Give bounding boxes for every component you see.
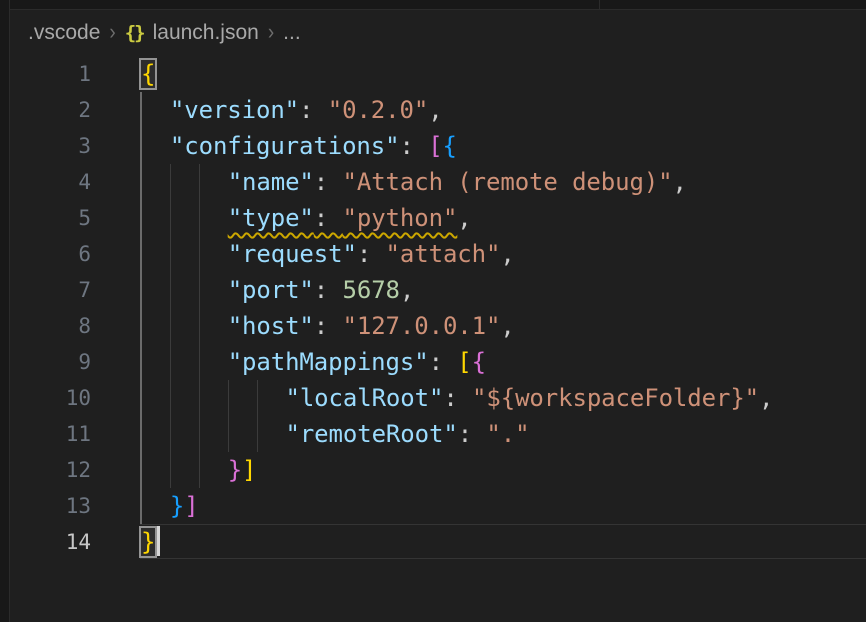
breadcrumb: .vscode › {} launch.json › ... — [11, 11, 866, 55]
vscode-editor-window: { "breadcrumb": { "folder": ".vscode", "… — [0, 0, 866, 622]
token: : — [299, 96, 328, 124]
token: "localRoot" — [285, 384, 443, 412]
token: "version" — [170, 96, 299, 124]
token: "attach" — [386, 240, 501, 268]
line-number[interactable]: 10 — [11, 380, 141, 416]
tab-bar-edge — [0, 0, 866, 10]
line-number[interactable]: 13 — [11, 488, 141, 524]
matched-bracket: } — [141, 528, 155, 556]
matched-bracket: { — [141, 60, 155, 88]
line-number[interactable]: 3 — [11, 128, 141, 164]
code-line-warning: 5 "type": "python", — [11, 200, 866, 236]
code-line: 3 "configurations": [{ — [11, 128, 866, 164]
token: , — [500, 312, 514, 340]
line-number[interactable]: 7 — [11, 272, 141, 308]
chevron-right-icon: › — [268, 20, 274, 45]
token: , — [428, 96, 442, 124]
token: "name" — [228, 168, 314, 196]
code-line: 11 "remoteRoot": "." — [11, 416, 866, 452]
breadcrumb-file[interactable]: launch.json — [153, 21, 259, 45]
token: "${workspaceFolder}" — [472, 384, 759, 412]
token: : — [357, 240, 386, 268]
token: : — [314, 168, 343, 196]
token: : — [399, 132, 428, 160]
breadcrumb-symbol[interactable]: ... — [283, 21, 301, 45]
token: "." — [486, 420, 529, 448]
token: : — [429, 348, 458, 376]
line-number[interactable]: 11 — [11, 416, 141, 452]
code-line: 4 "name": "Attach (remote debug)", — [11, 164, 866, 200]
warning-squiggle-span: "type": "python" — [228, 204, 458, 232]
json-file-icon: {} — [125, 22, 144, 44]
token: "port" — [228, 276, 314, 304]
sidebar-edge — [0, 0, 10, 622]
code-line: 1 { — [11, 56, 866, 92]
token: , — [400, 276, 414, 304]
line-number[interactable]: 4 — [11, 164, 141, 200]
text-cursor — [157, 526, 160, 556]
token: [ — [428, 132, 442, 160]
token: "host" — [228, 312, 314, 340]
token: } — [170, 492, 184, 520]
token: : — [458, 420, 487, 448]
token: "python" — [343, 204, 458, 232]
token: , — [500, 240, 514, 268]
token: , — [457, 204, 471, 232]
token: 5678 — [343, 276, 400, 304]
line-number[interactable]: 1 — [11, 56, 141, 92]
token: ] — [242, 456, 256, 484]
token: : — [314, 312, 343, 340]
token: : — [314, 204, 343, 232]
line-number[interactable]: 8 — [11, 308, 141, 344]
code-line: 9 "pathMappings": [{ — [11, 344, 866, 380]
token: { — [443, 132, 457, 160]
token: , — [673, 168, 687, 196]
tab-divider — [599, 0, 600, 10]
token: ] — [184, 492, 198, 520]
token: , — [759, 384, 773, 412]
token: "pathMappings" — [228, 348, 429, 376]
code-line: 7 "port": 5678, — [11, 272, 866, 308]
line-number[interactable]: 9 — [11, 344, 141, 380]
token: "127.0.0.1" — [343, 312, 501, 340]
code-line-current: 14 } — [11, 524, 866, 560]
code-line: 6 "request": "attach", — [11, 236, 866, 272]
code-line: 12 }] — [11, 452, 866, 488]
line-number[interactable]: 14 — [11, 524, 141, 560]
token: } — [228, 456, 242, 484]
code-line: 2 "version": "0.2.0", — [11, 92, 866, 128]
line-number[interactable]: 2 — [11, 92, 141, 128]
line-number[interactable]: 12 — [11, 452, 141, 488]
line-number[interactable]: 5 — [11, 200, 141, 236]
token: [ — [457, 348, 471, 376]
line-number[interactable]: 6 — [11, 236, 141, 272]
token: : — [314, 276, 343, 304]
code-line: 8 "host": "127.0.0.1", — [11, 308, 866, 344]
breadcrumb-folder[interactable]: .vscode — [28, 21, 100, 45]
token: "0.2.0" — [328, 96, 428, 124]
code-line: 13 }] — [11, 488, 866, 524]
token: "request" — [228, 240, 357, 268]
token: { — [472, 348, 486, 376]
token: "configurations" — [170, 132, 400, 160]
token: : — [443, 384, 472, 412]
code-line: 10 "localRoot": "${workspaceFolder}", — [11, 380, 866, 416]
token: "Attach (remote debug)" — [343, 168, 673, 196]
token: "type" — [228, 204, 314, 232]
editor-pane[interactable]: 1 { 2 "version": "0.2.0", 3 "configurati… — [11, 56, 866, 622]
token: "remoteRoot" — [285, 420, 457, 448]
chevron-right-icon: › — [109, 20, 115, 45]
